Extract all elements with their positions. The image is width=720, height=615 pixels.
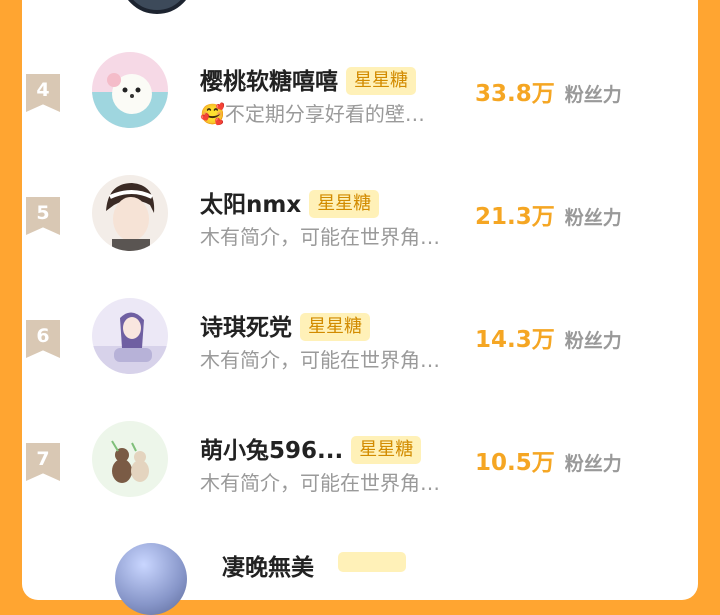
rank-badge: 7: [26, 443, 60, 481]
avatar[interactable]: [92, 421, 168, 497]
fan-power: 21.3万 粉丝力: [475, 197, 622, 231]
user-name-next[interactable]: 凄晚無美: [222, 548, 314, 582]
fan-power-unit: 粉丝力: [564, 84, 622, 106]
user-name-text: 太阳nmx: [200, 192, 302, 218]
avatar[interactable]: [92, 298, 168, 374]
fan-power-value: 33.8万: [475, 81, 555, 107]
avatar[interactable]: [92, 52, 168, 128]
user-description: 木有简介，可能在世界角…: [200, 348, 440, 372]
user-name[interactable]: 诗琪死党 星星糖: [200, 308, 370, 342]
user-name-text: 萌小兔596...: [200, 438, 344, 464]
description-text: 不定期分享好看的壁…: [224, 102, 425, 126]
level-tag: 星星糖: [300, 313, 370, 341]
level-tag: 星星糖: [346, 67, 416, 95]
user-description: 木有简介，可能在世界角…: [200, 471, 440, 495]
avatar[interactable]: [92, 175, 168, 251]
fan-power-value: 10.5万: [475, 450, 555, 476]
level-tag-next: [338, 552, 406, 572]
fan-power-unit: 粉丝力: [564, 207, 622, 229]
rank-badge: 4: [26, 74, 60, 112]
fan-power-value: 14.3万: [475, 327, 555, 353]
list-item-rank-4[interactable]: 4 樱桃软糖嘻嘻 星星糖 🥰不定期分享好看的壁… 33.8万 粉丝力: [0, 52, 676, 200]
rank-badge: 6: [26, 320, 60, 358]
fan-power: 14.3万 粉丝力: [475, 320, 622, 354]
fan-power: 33.8万 粉丝力: [475, 74, 622, 108]
user-name[interactable]: 樱桃软糖嘻嘻 星星糖: [200, 62, 416, 96]
level-tag: 星星糖: [351, 436, 422, 464]
fan-power-value: 21.3万: [475, 204, 555, 230]
avatar-next[interactable]: [115, 543, 187, 615]
user-name[interactable]: 太阳nmx 星星糖: [200, 185, 380, 219]
user-description: 木有简介，可能在世界角…: [200, 225, 440, 249]
user-name-text: 诗琪死党: [200, 315, 292, 341]
fan-power-unit: 粉丝力: [564, 330, 622, 352]
list-item-rank-6[interactable]: 6 诗琪死党 星星糖 木有简介，可能在世界角… 14.3万 粉丝力: [0, 298, 676, 446]
user-name-text: 樱桃软糖嘻嘻: [200, 69, 338, 95]
fan-power: 10.5万 粉丝力: [475, 443, 622, 477]
list-item-rank-5[interactable]: 5 太阳nmx 星星糖 木有简介，可能在世界角… 21.3万 粉丝力: [0, 175, 676, 323]
user-name[interactable]: 萌小兔596... 星星糖: [200, 431, 422, 465]
level-tag: 星星糖: [309, 190, 380, 218]
list-item-rank-7[interactable]: 7 萌小兔596... 星星糖 木有简介，可能在世界角… 10.5万 粉丝力: [0, 421, 676, 569]
smiling-face-hearts-icon: 🥰: [200, 102, 225, 126]
user-description: 🥰不定期分享好看的壁…: [200, 98, 425, 127]
rank-badge: 5: [26, 197, 60, 235]
fan-power-unit: 粉丝力: [564, 453, 622, 475]
